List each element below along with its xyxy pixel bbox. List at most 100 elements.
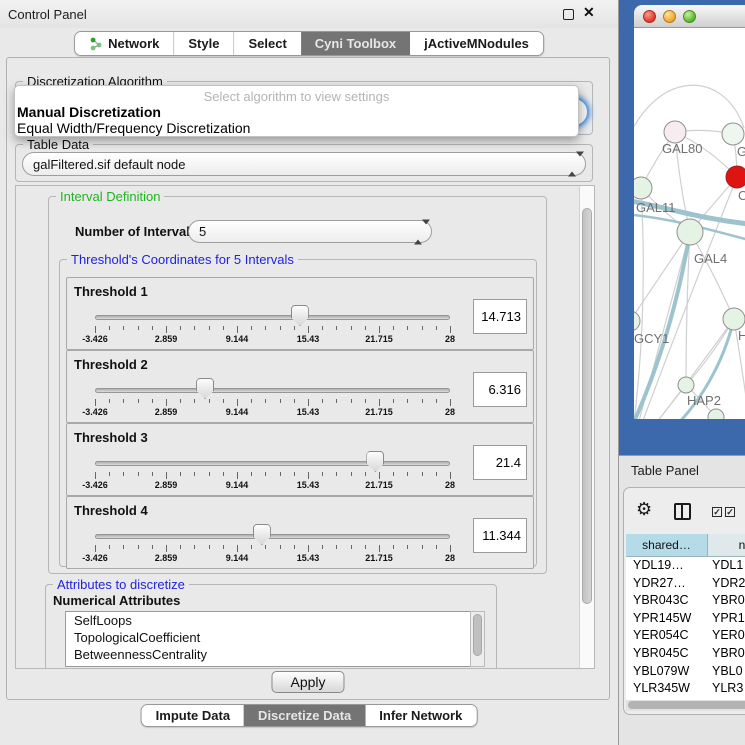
- cell-name[interactable]: YLR3: [708, 680, 745, 698]
- dropdown-option[interactable]: Equal Width/Frequency Discretization: [17, 120, 250, 136]
- cell-shared-name[interactable]: YDL19…: [626, 557, 708, 575]
- column-header-shared-name[interactable]: shared…: [626, 534, 708, 556]
- network-canvas[interactable]: GAL80 G C GAL11 GAL4 GCY1 H HAP2: [634, 28, 745, 419]
- cell-shared-name[interactable]: YBR043C: [626, 592, 708, 610]
- threshold-value-field[interactable]: 6.316: [473, 372, 527, 407]
- cell-name[interactable]: YER0: [708, 627, 745, 645]
- cell-shared-name[interactable]: YBR045C: [626, 645, 708, 663]
- attribute-item[interactable]: BetweennessCentrality: [66, 646, 470, 663]
- slider-tick: [209, 545, 210, 549]
- node-gal11[interactable]: [634, 177, 652, 199]
- slider-thumb[interactable]: [291, 305, 309, 326]
- table-rows: YDL19…YDL1YDR27…YDR2YBR043CYBR0YPR145WYP…: [626, 557, 745, 700]
- threshold-value-field[interactable]: 21.4: [473, 445, 527, 480]
- table-subpanel: ⚙ ✓ ✓ shared… na YDL19…YDL1YDR27…YDR2YBR…: [623, 487, 745, 715]
- slider-tick: [336, 472, 337, 476]
- tab-network[interactable]: Network: [75, 32, 173, 55]
- slider-tick-label: 21.715: [355, 553, 403, 563]
- cell-name[interactable]: YBR0: [708, 592, 745, 610]
- tab-impute-data[interactable]: Impute Data: [142, 705, 244, 726]
- cell-name[interactable]: YDR2: [708, 575, 745, 593]
- network-window-titlebar[interactable]: [634, 5, 745, 28]
- cell-shared-name[interactable]: YER054C: [626, 627, 708, 645]
- slider-tick: [109, 472, 110, 476]
- slider-track[interactable]: [95, 388, 450, 393]
- slider-tick: [407, 472, 408, 476]
- table-data-combobox[interactable]: galFiltered.sif default node: [22, 152, 586, 176]
- apply-button[interactable]: Apply: [271, 671, 344, 693]
- column-header-name[interactable]: na: [708, 534, 745, 556]
- split-columns-icon[interactable]: [674, 503, 691, 520]
- tab-label: jActiveMNodules: [424, 36, 529, 51]
- attribute-item[interactable]: TopologicalCoefficient: [66, 629, 470, 646]
- slider-tick: [308, 399, 309, 406]
- slider-tick: [223, 399, 224, 403]
- settings-scrollbar[interactable]: [579, 186, 594, 668]
- tab-style[interactable]: Style: [173, 32, 233, 55]
- float-window-icon[interactable]: [563, 9, 574, 20]
- node-hap2[interactable]: [678, 377, 694, 393]
- slider-thumb[interactable]: [253, 524, 271, 545]
- slider-tick-label: -3.426: [71, 407, 119, 417]
- node-table[interactable]: shared… na YDL19…YDL1YDR27…YDR2YBR043CYB…: [626, 534, 745, 700]
- attributes-list-scrollbar[interactable]: [470, 611, 485, 667]
- gear-icon[interactable]: ⚙: [636, 499, 652, 520]
- tab-jactivemnodules[interactable]: jActiveMNodules: [410, 32, 543, 55]
- tab-cyni-toolbox[interactable]: Cyni Toolbox: [301, 32, 410, 55]
- cell-shared-name[interactable]: YLR345W: [626, 680, 708, 698]
- slider-tick: [95, 545, 96, 552]
- table-hscrollbar[interactable]: [626, 700, 745, 711]
- tab-infer-network[interactable]: Infer Network: [365, 705, 476, 726]
- node-gal4[interactable]: [677, 219, 703, 245]
- cell-name[interactable]: YDL1: [708, 557, 745, 575]
- threshold-value-field[interactable]: 11.344: [473, 518, 527, 553]
- cell-name[interactable]: YPR1: [708, 610, 745, 628]
- slider-thumb[interactable]: [196, 378, 214, 399]
- slider-tick-label: 21.715: [355, 407, 403, 417]
- slider-tick: [251, 326, 252, 330]
- dropdown-option[interactable]: Manual Discretization: [17, 104, 161, 120]
- node-red-selected[interactable]: [726, 166, 745, 188]
- zoom-traffic-icon[interactable]: [683, 10, 696, 23]
- cell-shared-name[interactable]: YBL079W: [626, 663, 708, 681]
- thresholds-group: Threshold's Coordinates for 5 Intervals …: [59, 259, 537, 567]
- table-row[interactable]: YER054CYER0: [626, 627, 745, 645]
- checkbox-icon[interactable]: ✓: [712, 507, 722, 517]
- table-row[interactable]: YLR345WYLR3: [626, 680, 745, 698]
- tab-discretize-data[interactable]: Discretize Data: [244, 705, 365, 726]
- close-icon[interactable]: ✕: [583, 4, 595, 21]
- table-row[interactable]: YDL19…YDL1: [626, 557, 745, 575]
- attribute-item[interactable]: SelfLoops: [66, 612, 470, 629]
- cell-shared-name[interactable]: YDR27…: [626, 575, 708, 593]
- checkbox-icon[interactable]: ✓: [725, 507, 735, 517]
- slider-tick: [237, 545, 238, 552]
- cell-name[interactable]: YBL0: [708, 663, 745, 681]
- slider-tick: [251, 472, 252, 476]
- close-traffic-icon[interactable]: [643, 10, 656, 23]
- attributes-list[interactable]: SelfLoopsTopologicalCoefficientBetweenne…: [65, 611, 470, 667]
- minimize-traffic-icon[interactable]: [663, 10, 676, 23]
- slider-track[interactable]: [95, 534, 450, 539]
- slider-track[interactable]: [95, 315, 450, 320]
- slider-thumb[interactable]: [366, 451, 384, 472]
- apply-label: Apply: [290, 674, 325, 690]
- slider-tick: [322, 399, 323, 403]
- node-label: GCY1: [634, 331, 669, 346]
- slider-track[interactable]: [95, 461, 450, 466]
- node-partial-right[interactable]: [722, 123, 744, 145]
- cell-shared-name[interactable]: YPR145W: [626, 610, 708, 628]
- table-row[interactable]: YPR145WYPR1: [626, 610, 745, 628]
- slider-tick: [166, 399, 167, 406]
- table-row[interactable]: YBL079WYBL0: [626, 663, 745, 681]
- node-gal80[interactable]: [664, 121, 686, 143]
- table-row[interactable]: YBR043CYBR0: [626, 592, 745, 610]
- node-gcy1[interactable]: [634, 311, 640, 331]
- num-intervals-combobox[interactable]: 5: [188, 220, 432, 243]
- threshold-value-field[interactable]: 14.713: [473, 299, 527, 334]
- slider-tick: [336, 399, 337, 403]
- tab-select[interactable]: Select: [233, 32, 300, 55]
- node-h[interactable]: [723, 308, 745, 330]
- table-row[interactable]: YDR27…YDR2: [626, 575, 745, 593]
- table-row[interactable]: YBR045CYBR0: [626, 645, 745, 663]
- cell-name[interactable]: YBR0: [708, 645, 745, 663]
